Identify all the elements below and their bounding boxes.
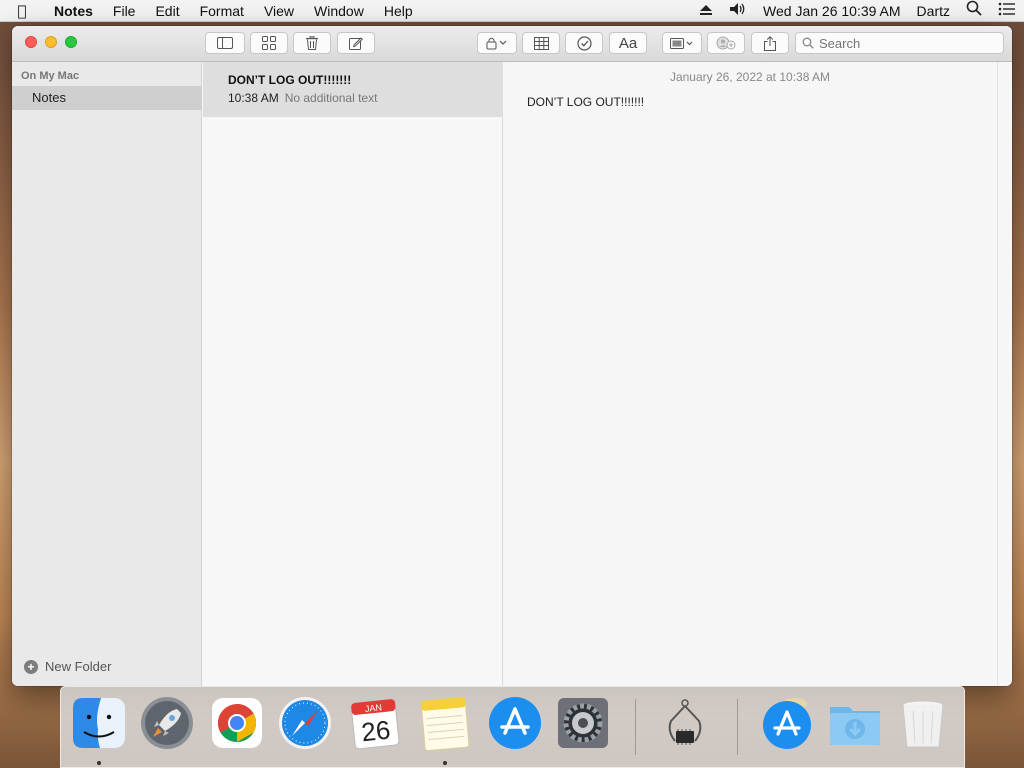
menu-app-notes[interactable]: Notes xyxy=(44,0,103,22)
table-icon xyxy=(533,36,549,50)
dock-trash[interactable] xyxy=(895,695,951,753)
dock: JAN 26 xyxy=(60,686,965,768)
dock-launchpad[interactable] xyxy=(139,695,195,753)
note-date: January 26, 2022 at 10:38 AM xyxy=(669,70,831,84)
running-indicator xyxy=(97,761,101,765)
text-format-button[interactable]: Aa xyxy=(609,32,647,54)
new-folder-label: New Folder xyxy=(45,659,112,674)
zoom-button[interactable] xyxy=(65,36,77,48)
gear-icon xyxy=(558,698,608,748)
menubar-datetime[interactable]: Wed Jan 26 10:39 AM xyxy=(755,0,909,22)
menubar-user[interactable]: Dartz xyxy=(909,0,958,22)
dock-chrome[interactable] xyxy=(209,695,265,753)
volume-icon[interactable] xyxy=(721,0,755,22)
rocket-icon xyxy=(141,697,193,749)
menu-window[interactable]: Window xyxy=(304,0,374,22)
app-store-installer-icon xyxy=(763,698,811,749)
search-input[interactable] xyxy=(819,35,989,51)
calendar-month: JAN xyxy=(364,702,382,714)
finder-icon xyxy=(73,698,125,748)
system-information-icon xyxy=(668,699,702,745)
sidebar-toggle-button[interactable] xyxy=(205,32,245,54)
note-editor[interactable]: January 26, 2022 at 10:38 AM DON’T LOG O… xyxy=(504,62,996,686)
menu-edit[interactable]: Edit xyxy=(145,0,189,22)
note-time: 10:38 AM xyxy=(228,91,279,105)
list-item[interactable]: DON’T LOG OUT!!!!!!! 10:38 AM No addition… xyxy=(203,62,503,117)
dock-system-information[interactable] xyxy=(657,695,713,753)
notes-window: Aa On My Mac Notes + New Folder DON’T LO… xyxy=(12,26,1012,686)
spotlight-search-icon[interactable] xyxy=(958,0,990,22)
trash-icon xyxy=(306,36,318,50)
share-icon xyxy=(764,35,776,51)
share-button[interactable] xyxy=(751,32,789,54)
note-title: DON’T LOG OUT!!!!!!! xyxy=(228,73,352,87)
checklist-icon xyxy=(576,35,592,51)
dock-separator xyxy=(635,699,636,755)
collaborate-button[interactable] xyxy=(707,32,745,54)
dock-finder[interactable] xyxy=(71,695,127,753)
note-list: DON’T LOG OUT!!!!!!! 10:38 AM No addition… xyxy=(203,62,503,686)
menu-file[interactable]: File xyxy=(103,0,146,22)
calendar-day: 26 xyxy=(360,715,392,748)
dock-app-store-installer[interactable] xyxy=(759,695,815,753)
downloads-folder-icon xyxy=(830,707,880,745)
checklist-button[interactable] xyxy=(565,32,603,54)
safari-icon xyxy=(279,697,331,749)
sidebar-toggle-icon xyxy=(217,37,233,49)
calendar-icon: JAN 26 xyxy=(350,698,400,750)
note-body[interactable]: DON’T LOG OUT!!!!!!! xyxy=(527,95,644,109)
media-menu-button[interactable] xyxy=(662,32,702,54)
editor-scrollbar[interactable] xyxy=(997,62,1012,686)
menu-bar:  Notes File Edit Format View Window Hel… xyxy=(0,0,1024,22)
dock-safari[interactable] xyxy=(277,695,333,753)
window-toolbar: Aa xyxy=(12,26,1012,62)
close-button[interactable] xyxy=(25,36,37,48)
plus-circle-icon: + xyxy=(24,659,38,674)
gallery-view-button[interactable] xyxy=(250,32,288,54)
menu-help[interactable]: Help xyxy=(374,0,423,22)
lock-menu-button[interactable] xyxy=(477,32,517,54)
media-icon xyxy=(670,37,693,49)
menu-format[interactable]: Format xyxy=(190,0,254,22)
menu-view[interactable]: View xyxy=(254,0,304,22)
trash-can-icon xyxy=(902,700,944,748)
running-indicator xyxy=(443,761,447,765)
note-preview: No additional text xyxy=(284,91,378,105)
notes-icon xyxy=(420,696,470,752)
table-button[interactable] xyxy=(522,32,560,54)
delete-button[interactable] xyxy=(293,32,331,54)
app-store-icon xyxy=(489,697,541,749)
compose-button[interactable] xyxy=(337,32,375,54)
collaborate-icon xyxy=(716,36,736,50)
chrome-icon xyxy=(212,698,262,748)
folders-sidebar: On My Mac Notes + New Folder xyxy=(12,62,202,686)
dock-app-store[interactable] xyxy=(487,695,543,753)
gallery-view-icon xyxy=(262,36,276,50)
search-icon xyxy=(802,37,814,49)
dock-separator xyxy=(737,699,738,755)
dock-calendar[interactable]: JAN 26 xyxy=(347,695,403,753)
sidebar-item-notes[interactable]: Notes xyxy=(12,86,202,110)
search-field[interactable] xyxy=(795,32,1004,54)
apple-icon[interactable]:  xyxy=(0,2,44,20)
sidebar-section-label: On My Mac xyxy=(21,70,80,82)
new-folder-button[interactable]: + New Folder xyxy=(24,659,111,674)
eject-icon[interactable] xyxy=(691,0,721,22)
lock-icon xyxy=(486,37,507,50)
dock-system-preferences[interactable] xyxy=(555,695,611,753)
dock-downloads[interactable] xyxy=(827,695,883,753)
compose-icon xyxy=(349,37,363,50)
minimize-button[interactable] xyxy=(45,36,57,48)
control-center-icon[interactable] xyxy=(990,0,1024,22)
dock-notes[interactable] xyxy=(417,695,473,753)
